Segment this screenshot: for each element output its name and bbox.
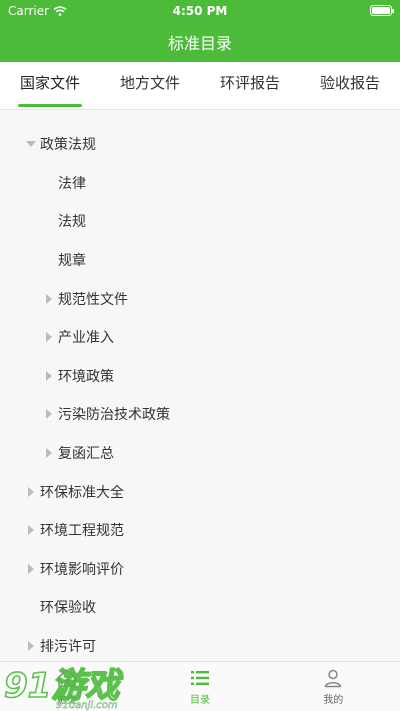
tree-node[interactable]: 法规: [0, 202, 400, 241]
tree-node-label: 复函汇总: [58, 446, 114, 463]
user-icon: [325, 669, 342, 688]
category-tabs: 国家文件 地方文件 环评报告 验收报告: [0, 62, 400, 110]
caret-right-icon: [22, 562, 40, 576]
watermark-logo: 91游戏 91danji.com: [3, 665, 124, 711]
tree-node-label: 环保验收: [40, 600, 96, 617]
tree-node[interactable]: 排污许可: [0, 627, 400, 666]
tree-node-label: 规章: [58, 253, 86, 270]
caret-down-icon: [22, 137, 40, 151]
tree-node[interactable]: 政策法规: [0, 125, 400, 164]
status-time: 4:50 PM: [172, 4, 228, 18]
tree-node[interactable]: 规章: [0, 241, 400, 280]
tabbar-profile[interactable]: 我的: [267, 662, 400, 711]
tree-node[interactable]: 法律: [0, 164, 400, 203]
tabbar-catalog[interactable]: 目录: [133, 662, 266, 711]
tree-node[interactable]: 环保标准大全: [0, 472, 400, 511]
tree-node[interactable]: 环境工程规范: [0, 511, 400, 550]
tree-node[interactable]: 产业准入: [0, 318, 400, 357]
tabbar-catalog-label: 目录: [189, 695, 210, 706]
caret-right-icon: [22, 523, 40, 537]
tree-node[interactable]: 污染防治技术政策: [0, 395, 400, 434]
status-bar: Carrier 4:50 PM: [0, 0, 400, 22]
tree-node-label: 污染防治技术政策: [58, 407, 170, 424]
tree-node-label: 环境政策: [58, 368, 114, 385]
tab-eia-report[interactable]: 环评报告: [200, 62, 300, 109]
tree-node-label: 政策法规: [40, 137, 96, 154]
caret-right-icon: [22, 485, 40, 499]
tab-national[interactable]: 国家文件: [0, 62, 100, 109]
tree-node[interactable]: 规范性文件: [0, 279, 400, 318]
tree-node-label: 法律: [58, 175, 86, 192]
tree-node[interactable]: 环保验收: [0, 588, 400, 627]
caret-right-icon: [40, 446, 58, 460]
page-title: 标准目录: [167, 34, 232, 53]
caret-right-icon: [40, 369, 58, 383]
tree-node-label: 规范性文件: [58, 291, 128, 308]
list-icon: [190, 671, 209, 685]
caret-right-icon: [40, 292, 58, 306]
tree-node-label: 排污许可: [40, 639, 96, 656]
tab-acceptance-report[interactable]: 验收报告: [300, 62, 400, 109]
tab-local[interactable]: 地方文件: [100, 62, 200, 109]
battery-icon: [370, 5, 394, 16]
caret-right-icon: [40, 330, 58, 344]
caret-right-icon: [40, 407, 58, 421]
tree-node[interactable]: 复函汇总: [0, 434, 400, 473]
catalog-tree: 政策法规法律法规规章规范性文件产业准入环境政策污染防治技术政策 复函汇总环保标准大…: [0, 125, 400, 665]
tree-node-label: 环境影响评价: [40, 561, 124, 578]
tree-node[interactable]: 环境影响评价: [0, 550, 400, 589]
tree-node-label: 法规: [58, 214, 86, 231]
app-header: Carrier 4:50 PM 标准目录: [0, 0, 400, 62]
tree-node[interactable]: 环境政策: [0, 357, 400, 396]
tree-node-label: 产业准入: [58, 330, 114, 347]
tree-node-label: 环境工程规范: [40, 523, 124, 540]
caret-right-icon: [22, 639, 40, 653]
tree-node-label: 环保标准大全: [40, 484, 124, 501]
watermark-site: 91danji.com: [56, 700, 118, 711]
tabbar-profile-label: 我的: [323, 695, 344, 706]
